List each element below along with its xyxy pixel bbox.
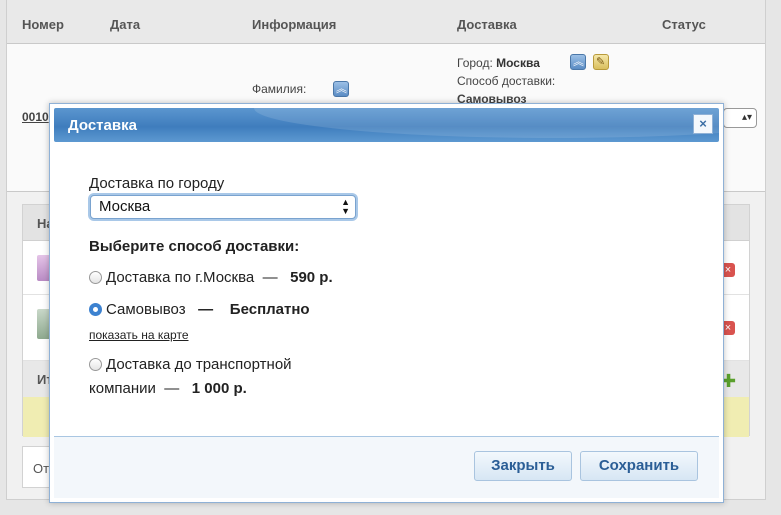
option-dash: — <box>262 269 278 286</box>
option-transport-label-2: компании <box>89 380 156 397</box>
option-pickup[interactable]: Самовывоз — Бесплатно <box>89 301 310 318</box>
city-select-value: Москва <box>99 198 151 215</box>
option-pickup-price: Бесплатно <box>229 301 310 318</box>
option-courier-label: Доставка по г.Москва <box>106 269 255 286</box>
info-surname-label: Фамилия: <box>252 82 307 96</box>
option-transport-label-1: Доставка до транспортной <box>106 356 292 373</box>
table-header: Номер Дата Информация Доставка Статус <box>7 0 765 44</box>
option-pickup-label: Самовывоз <box>106 301 186 318</box>
edit-icon[interactable] <box>593 54 609 70</box>
select-arrows-icon: ▲ ▼ <box>341 197 350 216</box>
delivery-method-title: Выберите способ доставки: <box>89 238 300 255</box>
delivery-modal: Доставка × Доставка по городу Москва ▲ ▼ … <box>49 103 724 503</box>
delivery-city-value: Москва <box>496 56 540 70</box>
option-dash: — <box>164 380 180 397</box>
save-button[interactable]: Сохранить <box>580 451 698 481</box>
option-transport-price: 1 000 р. <box>191 380 247 397</box>
close-icon[interactable]: × <box>693 114 713 134</box>
option-transport-company-line2[interactable]: компании — 1 000 р. <box>89 380 247 397</box>
col-date: Дата <box>110 17 141 32</box>
expand-up-icon[interactable] <box>333 80 349 97</box>
city-label: Доставка по городу <box>89 175 225 192</box>
bottom-panel-text: От <box>33 461 50 476</box>
radio-courier[interactable] <box>89 271 102 284</box>
order-number-link[interactable]: 0010 <box>22 110 49 124</box>
delivery-method-label: Способ доставки: <box>457 74 556 88</box>
radio-pickup[interactable] <box>89 303 102 316</box>
col-info: Информация <box>252 17 337 32</box>
modal-footer: Закрыть Сохранить <box>54 436 719 498</box>
delivery-city-label: Город: Москва <box>457 56 540 70</box>
col-number: Номер <box>22 17 64 32</box>
show-on-map-link[interactable]: показать на карте <box>89 328 189 342</box>
option-dash: — <box>198 301 214 318</box>
delivery-city-label-text: Город: <box>457 56 493 70</box>
close-button[interactable]: Закрыть <box>474 451 572 481</box>
expand-up-icon[interactable] <box>570 53 586 70</box>
option-courier-price: 590 р. <box>290 269 333 286</box>
option-transport-company[interactable]: Доставка до транспортной <box>89 356 292 373</box>
col-delivery: Доставка <box>457 17 517 32</box>
option-courier[interactable]: Доставка по г.Москва — 590 р. <box>89 269 333 286</box>
status-select[interactable]: ▴▾ <box>723 108 757 128</box>
modal-title: Доставка <box>68 117 137 134</box>
city-select[interactable]: Москва ▲ ▼ <box>90 195 356 219</box>
radio-transport-company[interactable] <box>89 358 102 371</box>
modal-title-bar[interactable]: Доставка × <box>54 108 719 142</box>
modal-body: Доставка по городу Москва ▲ ▼ Выберите сп… <box>54 142 719 436</box>
col-status: Статус <box>662 17 706 32</box>
